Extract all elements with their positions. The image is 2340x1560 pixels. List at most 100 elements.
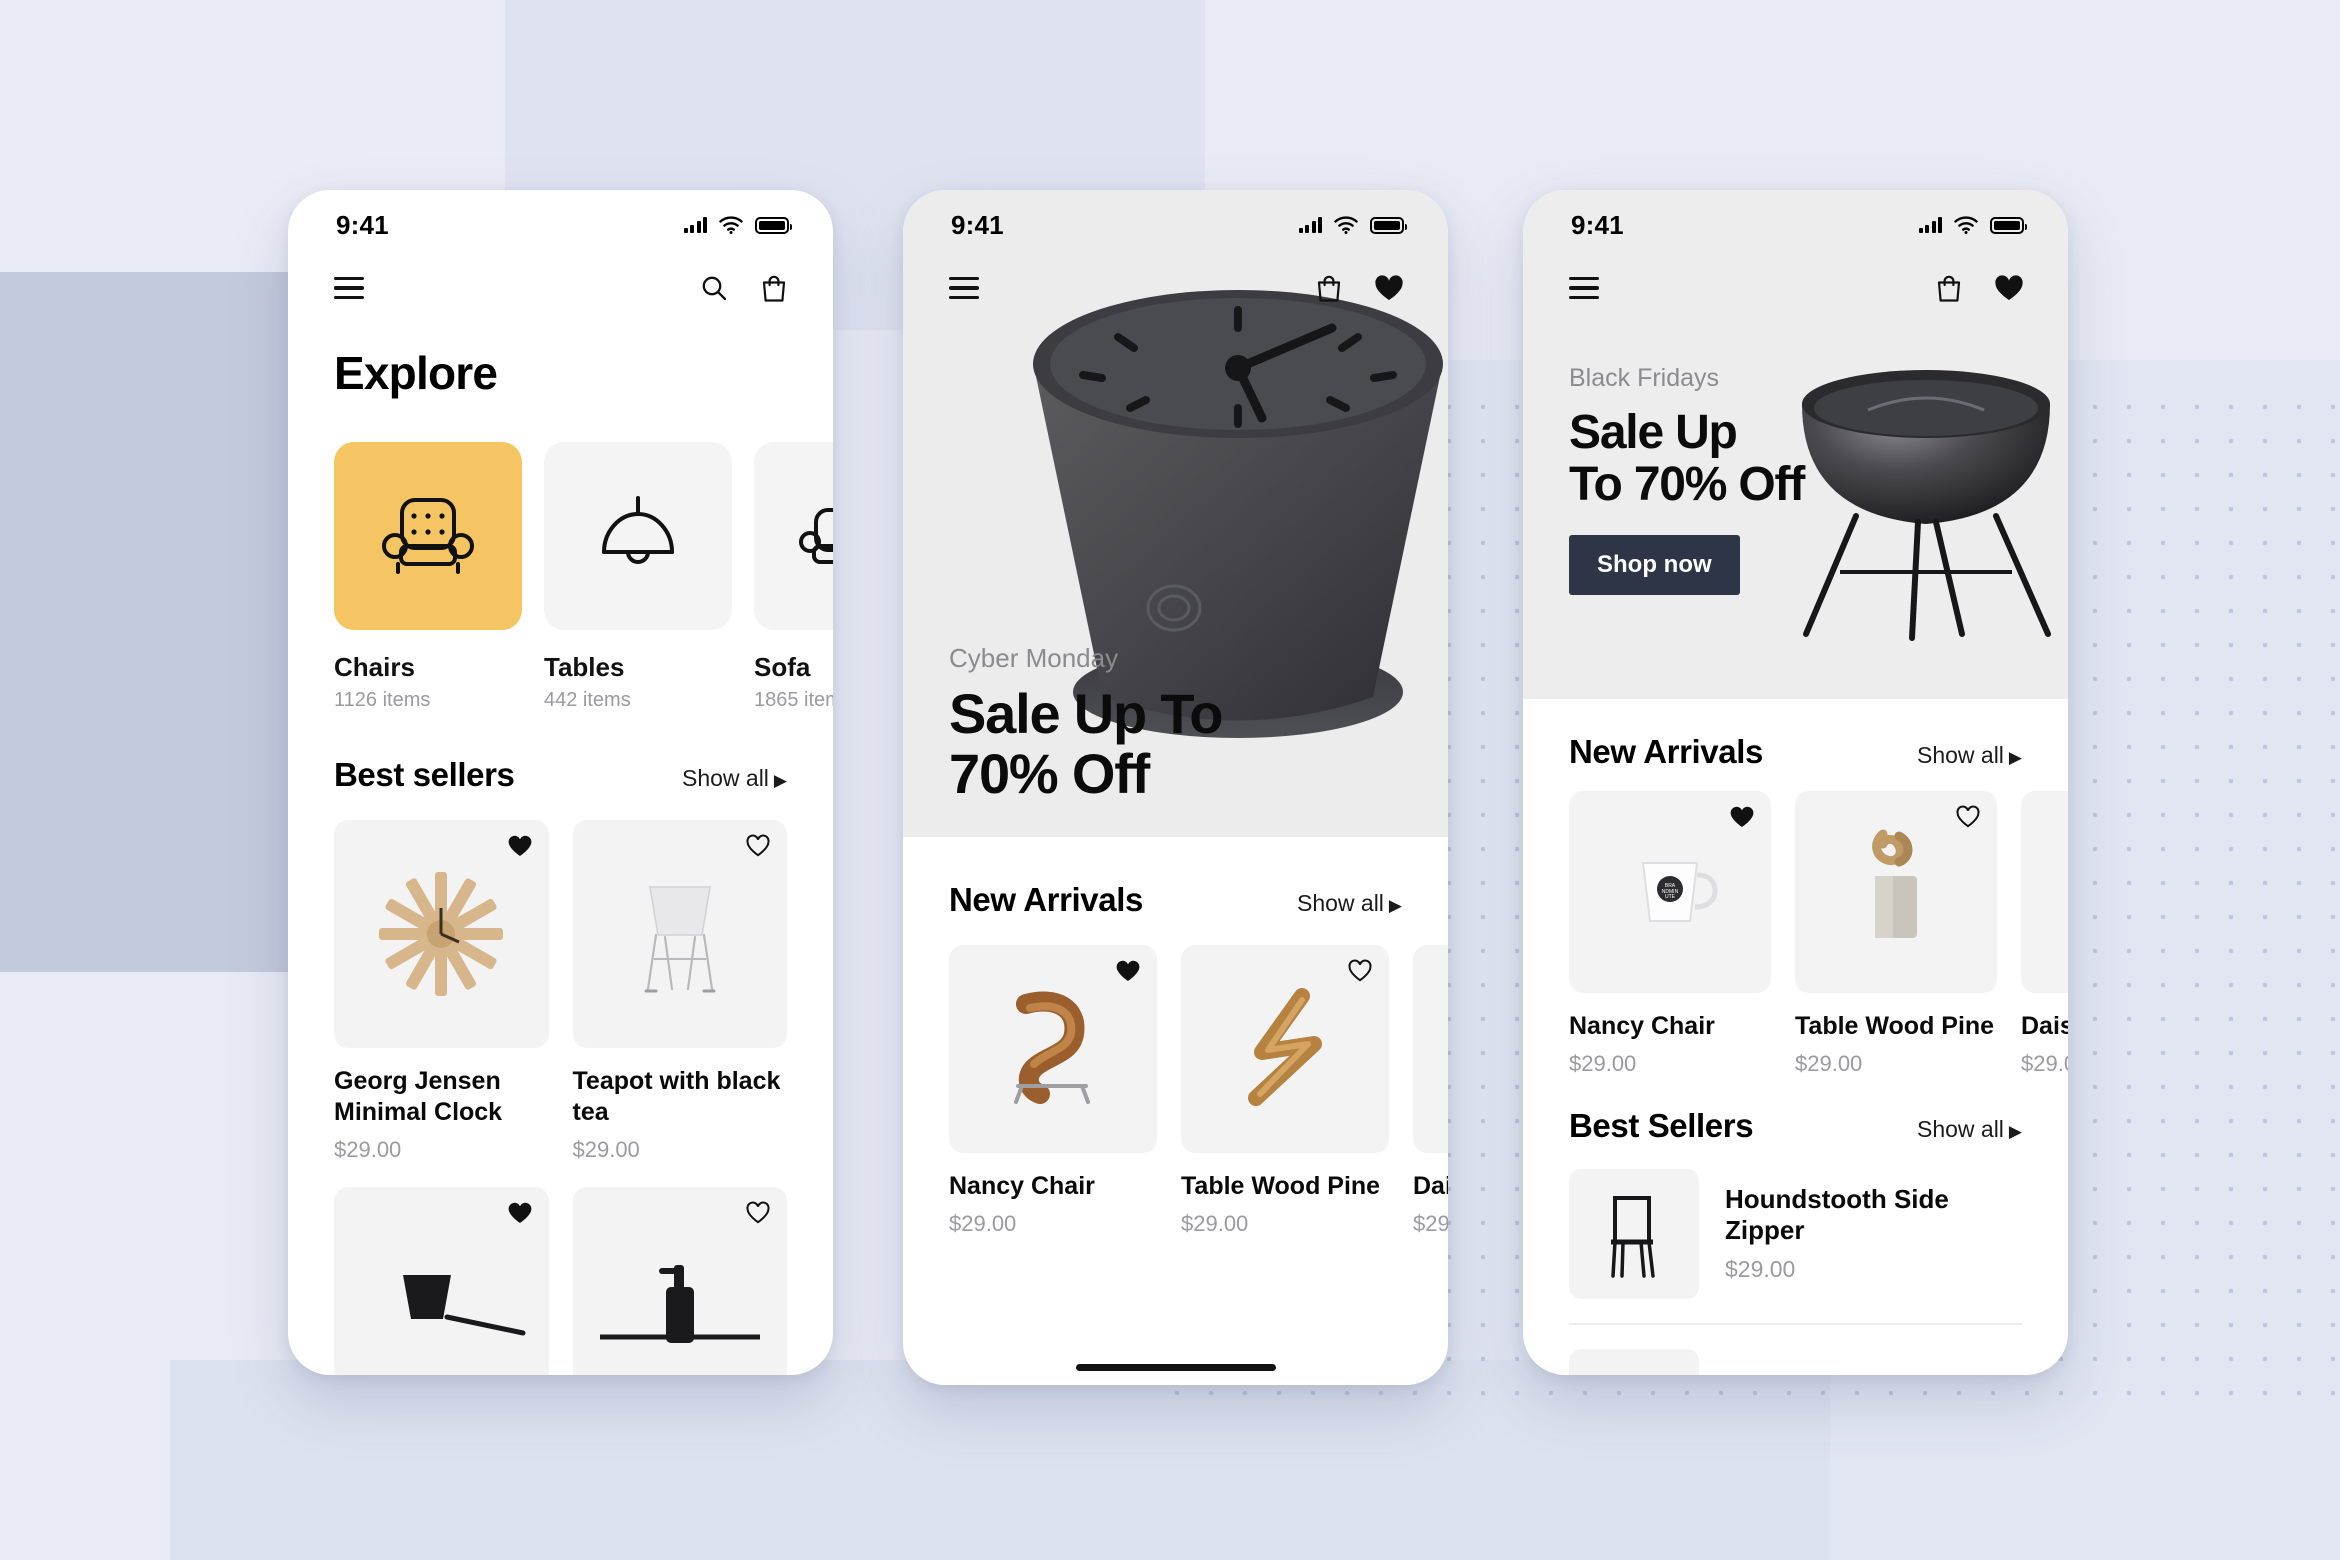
phone-mockup-cyber-monday: 9:41 Cyber Monday Sale Up To 70% Off New… xyxy=(903,190,1448,1385)
new-arrivals-carousel[interactable]: Nancy Chair $29.00 Table Wood Pine $29.0… xyxy=(903,919,1448,1237)
product-image xyxy=(1413,945,1448,1153)
category-count: 442 items xyxy=(544,689,631,711)
caret-right-icon: ▶ xyxy=(2008,1121,2022,1141)
product-card[interactable]: Georg Jensen Minimal Clock $29.00 xyxy=(334,820,549,1163)
black-dispenser-icon xyxy=(599,1264,760,1343)
hero-headline-line2: 70% Off xyxy=(949,741,1150,805)
status-bar: 9:41 xyxy=(288,190,833,252)
new-arrivals-carousel[interactable]: BRA NDMIN UTE Nancy Chair $29.00 Table W… xyxy=(1523,771,2068,1077)
hero-text: Black Fridays Sale Up To 70% Off Shop no… xyxy=(1569,364,1805,595)
show-all-link[interactable]: Show all ▶ xyxy=(682,765,787,792)
armchair-icon xyxy=(382,498,474,574)
hero-kicker: Black Fridays xyxy=(1569,364,1720,392)
hero-banner: Black Fridays Sale Up To 70% Off Shop no… xyxy=(1523,324,2068,699)
product-thumbnail xyxy=(1569,1348,1699,1375)
category-card-tables[interactable]: Tables 442 items xyxy=(544,442,732,712)
favorite-icon-filled[interactable] xyxy=(1115,959,1141,985)
show-all-link[interactable]: Show all ▶ xyxy=(1917,1116,2022,1143)
product-card[interactable]: BRA NDMIN UTE Nancy Chair $29.00 xyxy=(1569,791,1771,1077)
product-image xyxy=(334,820,549,1048)
stone-knot-icon xyxy=(1872,829,1917,938)
category-card-chairs[interactable]: Chairs 1126 items xyxy=(334,442,522,712)
section-title: Best sellers xyxy=(334,756,515,793)
battery-icon xyxy=(1990,216,2027,234)
svg-text:UTE: UTE xyxy=(1665,894,1676,900)
sofa-icon xyxy=(799,508,833,564)
nav-bar xyxy=(903,252,1448,324)
hero-headline-line1: Sale Up To xyxy=(949,682,1223,746)
favorite-icon-outline[interactable] xyxy=(1955,805,1981,831)
category-tile[interactable] xyxy=(334,442,522,630)
category-name: Sofa xyxy=(754,652,811,682)
shopping-bag-icon[interactable] xyxy=(1314,273,1344,303)
wifi-icon xyxy=(1334,216,1358,234)
heart-filled-icon[interactable] xyxy=(1994,273,2024,303)
heart-filled-icon[interactable] xyxy=(1374,273,1404,303)
nav-bar xyxy=(1523,252,2068,324)
product-card[interactable]: Table Wood Pine $29.00 xyxy=(1795,791,1997,1077)
category-tile[interactable] xyxy=(754,442,833,630)
white-mug-icon: BRA NDMIN UTE xyxy=(1641,862,1718,922)
section-title: New Arrivals xyxy=(949,881,1143,918)
favorite-icon-filled[interactable] xyxy=(507,834,533,860)
category-tile[interactable] xyxy=(544,442,732,630)
product-card[interactable]: Table Wood Pine $29.00 xyxy=(1181,945,1389,1237)
best-seller-list-item[interactable]: Houndstooth Side Zipper $29.00 xyxy=(1523,1145,2068,1299)
starburst-clock-icon xyxy=(379,872,504,996)
status-bar: 9:41 xyxy=(1523,190,2068,252)
cellular-signal-icon xyxy=(683,217,707,233)
product-card[interactable] xyxy=(334,1186,549,1375)
shop-now-button[interactable]: Shop now xyxy=(1569,534,1740,595)
product-card[interactable]: Nancy Chair $29.00 xyxy=(949,945,1157,1237)
hamburger-menu-icon[interactable] xyxy=(1569,271,1599,306)
best-sellers-grid: Georg Jensen Minimal Clock $29.00 Teapot… xyxy=(288,794,833,1375)
black-lamp-icon xyxy=(403,1274,526,1335)
category-card-sofa[interactable]: Sofa 1865 items xyxy=(754,442,833,712)
wifi-icon xyxy=(1954,216,1978,234)
favorite-icon-outline[interactable] xyxy=(745,834,771,860)
hero-headline-line2: To 70% Off xyxy=(1569,457,1805,511)
favorite-icon-outline[interactable] xyxy=(1347,959,1373,985)
product-name: Nancy Chair xyxy=(949,1172,1095,1200)
shopping-bag-icon[interactable] xyxy=(759,273,789,303)
new-arrivals-header: New Arrivals Show all ▶ xyxy=(1523,699,2068,771)
product-card[interactable]: Daisy $29.00 xyxy=(2021,791,2068,1077)
status-icons xyxy=(1918,216,2027,234)
home-indicator xyxy=(1075,1364,1276,1371)
status-icons xyxy=(683,216,792,234)
product-image xyxy=(1795,791,1997,993)
show-all-link[interactable]: Show all ▶ xyxy=(1297,890,1402,917)
search-icon[interactable] xyxy=(699,273,729,303)
hamburger-menu-icon[interactable] xyxy=(949,271,979,306)
show-all-label: Show all xyxy=(681,765,769,791)
category-carousel[interactable]: Chairs 1126 items Tables 442 items Sofa … xyxy=(288,400,833,712)
show-all-label: Show all xyxy=(1916,742,2004,768)
status-time: 9:41 xyxy=(951,209,1004,240)
product-name: Daisy xyxy=(1413,1172,1448,1200)
product-name: Nancy Chair xyxy=(1569,1012,1715,1040)
shopping-bag-icon[interactable] xyxy=(1934,273,1964,303)
product-price: $29.00 xyxy=(572,1136,640,1162)
category-name: Chairs xyxy=(334,652,415,682)
favorite-icon-filled[interactable] xyxy=(1729,805,1755,831)
product-price: $29.00 xyxy=(1795,1050,1863,1076)
product-card[interactable]: Teapot with black tea $29.00 xyxy=(572,820,787,1163)
status-time: 9:41 xyxy=(336,209,389,240)
product-image xyxy=(1181,945,1389,1153)
show-all-link[interactable]: Show all ▶ xyxy=(1917,742,2022,769)
favorite-icon-filled[interactable] xyxy=(507,1201,533,1227)
product-card[interactable]: Daisy $29.00 xyxy=(1413,945,1448,1237)
phone-mockup-black-friday: 9:41 Black Fridays Sale Up To 70% Off Sh… xyxy=(1523,190,2068,1375)
caret-right-icon: ▶ xyxy=(2008,748,2022,767)
product-name: Daisy xyxy=(2021,1012,2068,1040)
hamburger-menu-icon[interactable] xyxy=(334,271,364,306)
caret-right-icon: ▶ xyxy=(773,771,787,790)
favorite-icon-outline[interactable] xyxy=(745,1201,771,1227)
best-seller-list-item[interactable]: Ovora Design Table Teak xyxy=(1523,1325,2068,1375)
product-card[interactable] xyxy=(572,1186,787,1375)
battery-icon xyxy=(1370,216,1407,234)
caret-right-icon: ▶ xyxy=(1388,896,1402,915)
product-image xyxy=(949,945,1157,1153)
category-count: 1865 items xyxy=(754,689,833,711)
product-price: $29.00 xyxy=(334,1136,402,1162)
